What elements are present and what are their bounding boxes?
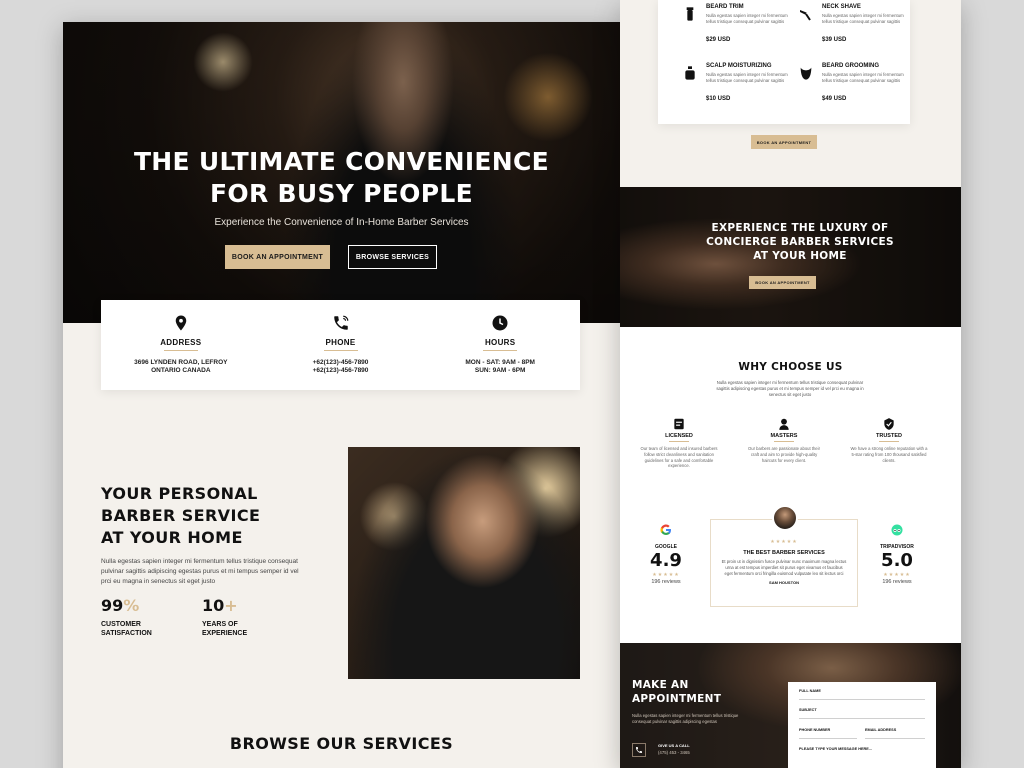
- hours-title: HOURS: [484, 338, 516, 347]
- hours-column: HOURS MON - SAT: 9AM - 8PM SUN: 9AM - 6P…: [420, 300, 580, 390]
- trimmer-icon: [686, 7, 694, 21]
- google-icon: [660, 524, 671, 535]
- beard-icon: [800, 67, 812, 80]
- hero-subtitle: Experience the Convenience of In-Home Ba…: [214, 217, 469, 228]
- experience-stat: 10+: [202, 596, 238, 615]
- appointment-form: FULL NAME SUBJECT PHONE NUMBER EMAIL ADD…: [788, 682, 936, 768]
- browse-services-button[interactable]: BROWSE SERVICES: [348, 245, 437, 269]
- tripadvisor-icon: [891, 524, 903, 536]
- satisfaction-stat: 99%: [101, 596, 140, 615]
- service-item[interactable]: BEARD TRIM Nulla egestas sapien integer …: [682, 4, 792, 54]
- hero-title: THE ULTIMATE CONVENIENCE FOR BUSY PEOPLE: [133, 147, 550, 208]
- phone-line2[interactable]: +62(123)-456-7890: [261, 367, 421, 374]
- testimonial-card: ★★★★★ THE BEST BARBER SERVICES Et proin …: [710, 505, 858, 607]
- browse-services-title: BROWSE OUR SERVICES: [229, 734, 454, 753]
- phone-line1[interactable]: +62(123)-456-7890: [261, 359, 421, 366]
- email-field[interactable]: EMAIL ADDRESS: [865, 728, 896, 732]
- tripadvisor-rating: TRIPADVISOR 5.0 ★★★★★ 196 reviews: [867, 523, 927, 585]
- satisfaction-label: CUSTOMER SATISFACTION: [101, 621, 152, 637]
- landing-page-secondary: BEARD TRIM Nulla egestas sapien integer …: [620, 0, 961, 768]
- luxury-banner: EXPERIENCE THE LUXURY OF CONCIERGE BARBE…: [620, 187, 961, 327]
- why-text: Nulla egestas sapien integer mi fermentu…: [716, 380, 864, 397]
- services-book-button[interactable]: BOOK AN APPOINTMENT: [751, 135, 817, 149]
- about-barber-image: [348, 447, 580, 679]
- experience-label: YEARS OF EXPERIENCE: [202, 621, 248, 637]
- appointment-section: MAKE AN APPOINTMENT Nulla egestas sapien…: [620, 643, 961, 768]
- razor-icon: [800, 10, 811, 21]
- address-column: ADDRESS 3696 LYNDEN ROAD, LEFROY ONTARIO…: [101, 300, 261, 390]
- luxury-book-button[interactable]: BOOK AN APPOINTMENT: [749, 276, 816, 289]
- hours-line2: SUN: 9AM - 6PM: [474, 367, 526, 374]
- why-choose-us-section: WHY CHOOSE US Nulla egestas sapien integ…: [620, 327, 961, 643]
- contact-info-card: ADDRESS 3696 LYNDEN ROAD, LEFROY ONTARIO…: [101, 300, 580, 390]
- call-icon[interactable]: [632, 743, 646, 757]
- address-title: ADDRESS: [160, 338, 202, 347]
- hours-line1: MON - SAT: 9AM - 8PM: [465, 359, 535, 366]
- clock-icon: [492, 315, 508, 331]
- services-card: BEARD TRIM Nulla egestas sapien integer …: [658, 0, 910, 124]
- full-name-field[interactable]: FULL NAME: [799, 689, 821, 693]
- about-title: YOUR PERSONAL BARBER SERVICE AT YOUR HOM…: [101, 484, 261, 547]
- license-icon: [674, 418, 684, 430]
- landing-page-main: THE ULTIMATE CONVENIENCE FOR BUSY PEOPLE…: [63, 22, 620, 768]
- address-line1: 3696 LYNDEN ROAD, LEFROY: [134, 359, 228, 366]
- book-appointment-button[interactable]: BOOK AN APPOINTMENT: [225, 245, 330, 269]
- about-text: Nulla egestas sapien integer mi fermentu…: [101, 558, 299, 585]
- canvas: THE ULTIMATE CONVENIENCE FOR BUSY PEOPLE…: [0, 0, 1024, 768]
- phone-icon: [333, 315, 348, 330]
- service-item[interactable]: SCALP MOISTURIZING Nulla egestas sapien …: [682, 63, 792, 113]
- luxury-title: EXPERIENCE THE LUXURY OF CONCIERGE BARBE…: [706, 222, 894, 262]
- call-number[interactable]: (475) 453 - 3465: [658, 750, 690, 755]
- google-rating: GOOGLE 4.9 ★★★★★ 196 reviews: [636, 523, 696, 585]
- barber-icon: [779, 418, 789, 430]
- avatar: [772, 505, 798, 531]
- subject-field[interactable]: SUBJECT: [799, 708, 817, 712]
- bottle-icon: [685, 66, 695, 80]
- phone-title: PHONE: [325, 338, 356, 347]
- address-line2: ONTARIO CANADA: [151, 367, 211, 374]
- map-pin-icon: [175, 315, 187, 331]
- message-field[interactable]: PLEASE TYPE YOUR MESSAGE HERE...: [799, 747, 872, 751]
- service-item[interactable]: NECK SHAVE Nulla egestas sapien integer …: [798, 4, 908, 54]
- why-title: WHY CHOOSE US: [738, 361, 843, 373]
- appointment-text: Nulla egestas sapien integer mi fermentu…: [632, 713, 739, 724]
- phone-column: PHONE +62(123)-456-7890 +62(123)-456-789…: [261, 300, 421, 390]
- phone-number-field[interactable]: PHONE NUMBER: [799, 728, 830, 732]
- service-item[interactable]: BEARD GROOMING Nulla egestas sapien inte…: [798, 63, 908, 113]
- hero-section: THE ULTIMATE CONVENIENCE FOR BUSY PEOPLE…: [63, 22, 620, 323]
- call-label: GIVE US A CALL: [658, 743, 690, 748]
- appointment-title: MAKE AN APPOINTMENT: [632, 679, 722, 705]
- shield-check-icon: [884, 418, 894, 430]
